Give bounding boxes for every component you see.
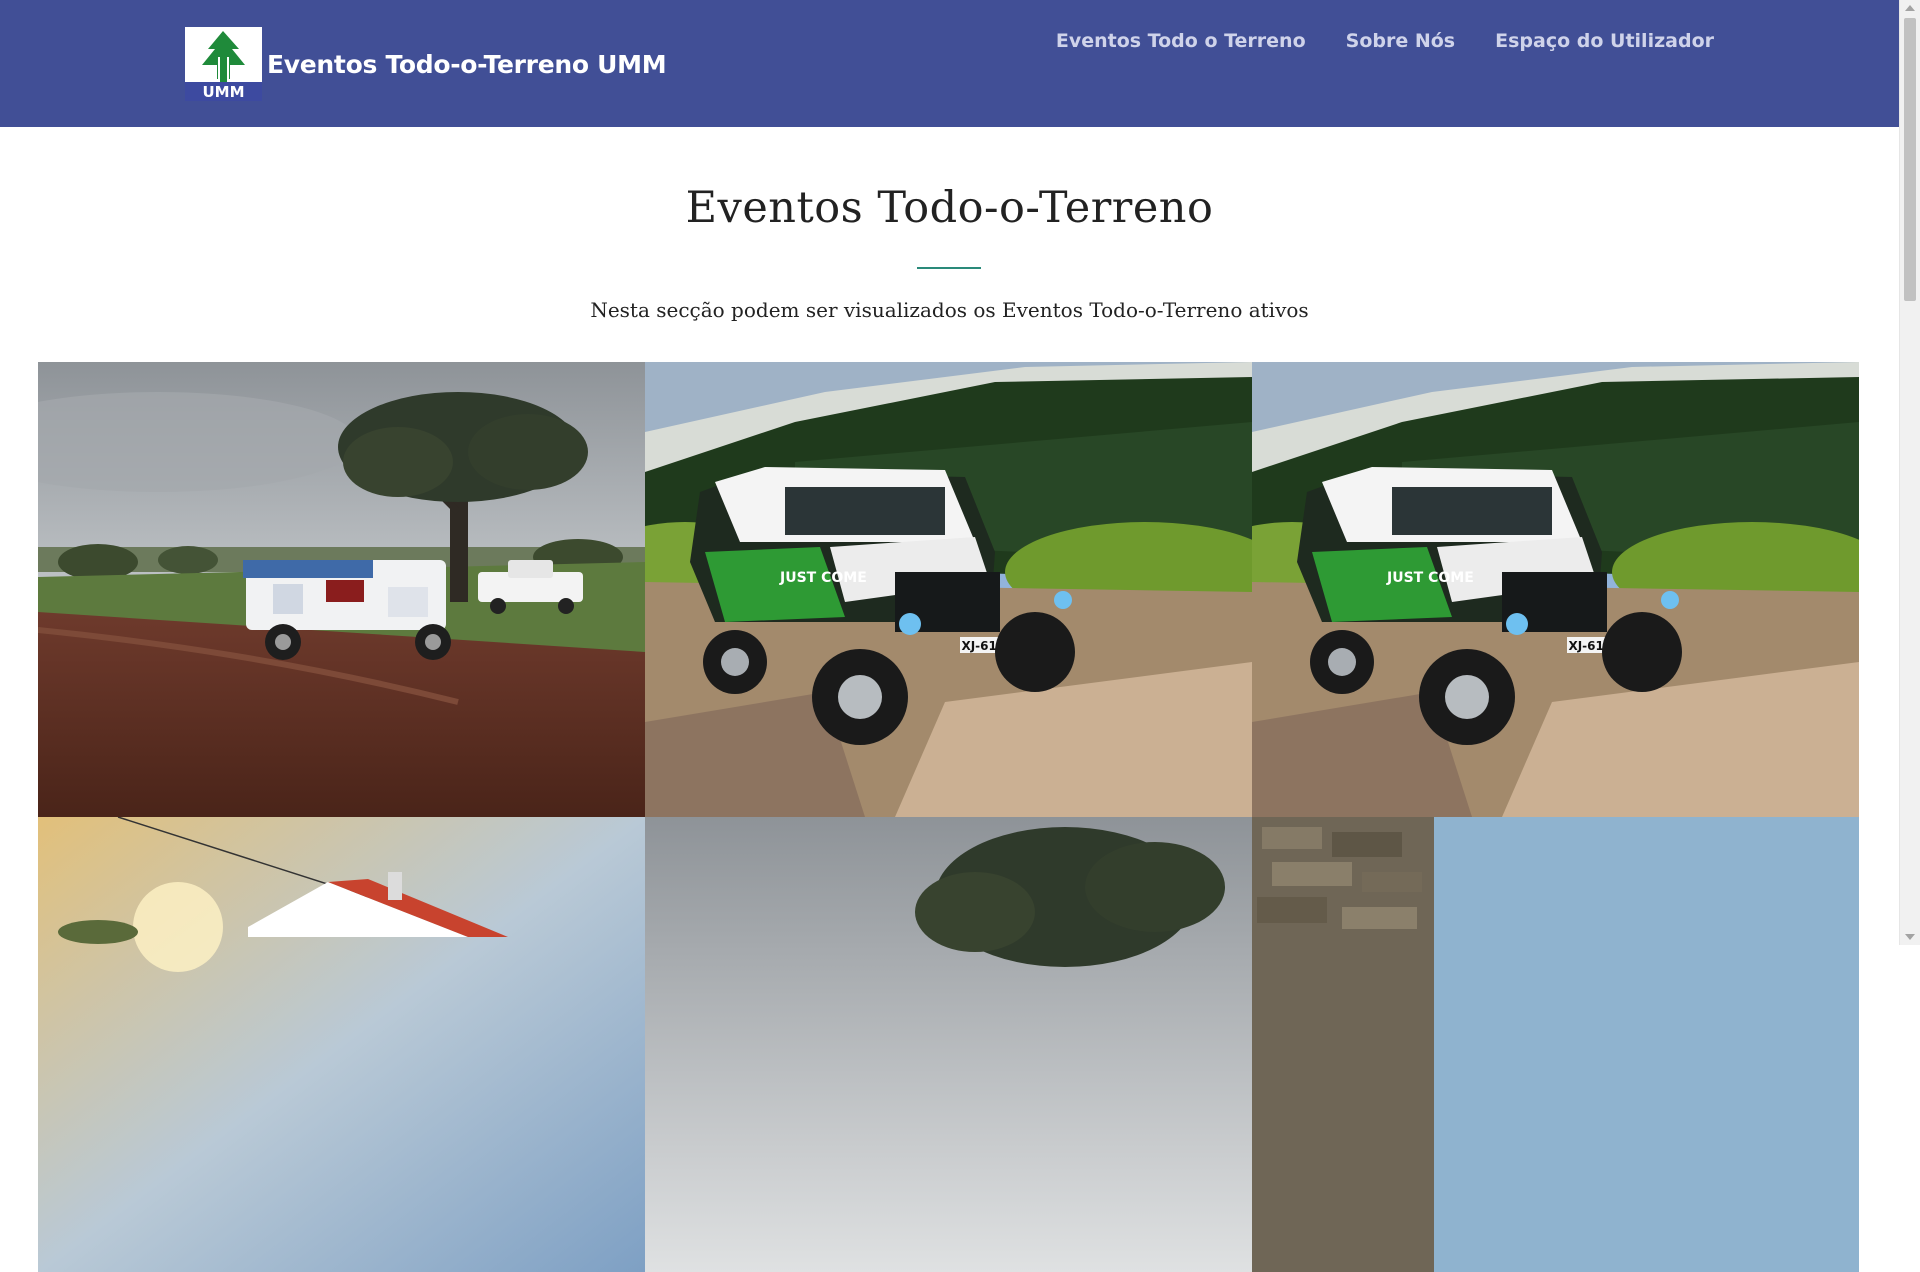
brand-name[interactable]: Eventos Todo-o-Terreno UMM <box>267 50 667 79</box>
event-gallery: XJ-61-04 JUST COME XJ-61-04 JUST COME <box>38 362 1861 1272</box>
event-card[interactable] <box>38 362 645 817</box>
event-card[interactable] <box>38 817 645 1272</box>
section-subtitle: Nesta secção podem ser visualizados os E… <box>590 298 1309 322</box>
event-card[interactable] <box>1252 817 1859 1272</box>
stone-wall-sky-photo[interactable] <box>1252 817 1859 1272</box>
nav-link-espaco-utilizador[interactable]: Espaço do Utilizador <box>1495 30 1714 52</box>
page-title: Eventos Todo-o-Terreno <box>685 183 1214 233</box>
vintage-jeep-cork-tree-photo[interactable] <box>38 362 645 817</box>
event-card[interactable]: XJ-61-04 JUST COME <box>1252 362 1859 817</box>
svg-text:UMM: UMM <box>202 83 244 101</box>
brand-link[interactable]: UMM Eventos Todo-o-Terreno UMM <box>185 27 667 101</box>
nav-link-sobre-nos[interactable]: Sobre Nós <box>1346 30 1455 52</box>
event-card[interactable]: XJ-61-04 JUST COME <box>645 362 1252 817</box>
event-card[interactable] <box>645 817 1252 1272</box>
umm-tree-logo-icon: UMM <box>185 27 262 101</box>
umm-jeep-rocky-hill-photo[interactable]: XJ-61-04 JUST COME <box>1252 362 1859 817</box>
white-house-sunset-photo[interactable] <box>38 817 645 1272</box>
svg-text:JUST COME: JUST COME <box>779 570 867 586</box>
cork-tree-overcast-photo[interactable] <box>645 817 1252 1272</box>
scroll-up-icon[interactable] <box>1905 5 1915 11</box>
nav-link-eventos[interactable]: Eventos Todo o Terreno <box>1056 30 1306 52</box>
page-scrollbar[interactable] <box>1899 0 1920 945</box>
scroll-down-icon[interactable] <box>1905 934 1915 940</box>
scrollbar-thumb[interactable] <box>1904 18 1916 301</box>
umm-jeep-rocky-hill-photo[interactable]: XJ-61-04 JUST COME <box>645 362 1252 817</box>
title-divider <box>917 267 981 269</box>
main-nav: Eventos Todo o Terreno Sobre Nós Espaço … <box>1056 30 1714 52</box>
navbar: UMM Eventos Todo-o-Terreno UMM Eventos T… <box>0 0 1899 127</box>
svg-text:JUST COME: JUST COME <box>1386 570 1474 586</box>
